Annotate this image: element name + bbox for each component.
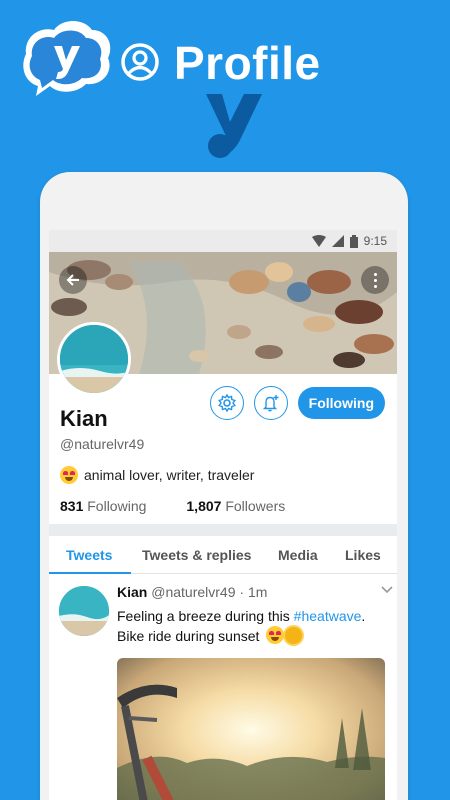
tab-tweets[interactable]: Tweets: [66, 547, 112, 563]
more-options-button[interactable]: [361, 266, 389, 294]
tab-likes[interactable]: Likes: [345, 547, 381, 563]
tweet-author-name[interactable]: Kian: [117, 584, 147, 600]
profile-stats: 831 Following 1,807 Followers: [60, 498, 390, 514]
status-bar: 9:15: [49, 230, 397, 252]
promo-title: Profile: [174, 37, 321, 89]
tab-media[interactable]: Media: [278, 547, 318, 563]
profile-avatar[interactable]: [57, 322, 131, 396]
status-time: 9:15: [363, 234, 387, 248]
tweet-author-handle: @naturelvr49: [151, 584, 236, 600]
profile-bio: animal lover, writer, traveler: [60, 466, 390, 484]
tweet-hashtag[interactable]: #heatwave: [294, 608, 362, 624]
more-vertical-icon: [373, 272, 377, 276]
following-count: 831: [60, 498, 84, 514]
tweet-body: Kian @naturelvr49 · 1m Feeling a breeze …: [117, 584, 389, 646]
back-button[interactable]: [59, 266, 87, 294]
wifi-icon: [311, 235, 326, 247]
followers-count: 1,807: [186, 498, 222, 514]
tweet-text-part: Feeling a breeze during this: [117, 608, 294, 624]
tweet-text: Feeling a breeze during this #heatwave. …: [117, 606, 389, 646]
tweet-header: Kian @naturelvr49 · 1m: [117, 584, 389, 600]
sun-emoji-icon: [285, 627, 303, 644]
section-divider: [49, 524, 397, 536]
chevron-down-icon[interactable]: [381, 586, 393, 594]
profile-person-icon: [121, 43, 159, 81]
y-mark-icon: [206, 94, 262, 158]
tweet-avatar[interactable]: [59, 586, 109, 636]
tweet-media-image[interactable]: [117, 658, 385, 800]
profile-display-name: Kian: [60, 406, 108, 431]
tweet-separator: ·: [239, 584, 245, 600]
tweet-text-end: .: [361, 608, 366, 624]
signal-icon: [331, 235, 344, 247]
battery-icon: [349, 234, 358, 248]
tweet-photo: [117, 658, 385, 800]
tab-tweets-and-replies[interactable]: Tweets & replies: [142, 547, 251, 563]
following-stat[interactable]: 831 Following: [60, 498, 146, 514]
app-logo-icon: [23, 21, 111, 96]
followers-label: Followers: [225, 498, 286, 514]
followers-stat[interactable]: 1,807 Followers: [186, 498, 285, 514]
tweet-avatar-image: [59, 586, 109, 636]
back-arrow-icon: [66, 274, 79, 286]
following-label: Following: [87, 498, 147, 514]
bio-text: animal lover, writer, traveler: [84, 467, 255, 483]
phone-screen: 9:15 Following Kian @naturelvr49 animal …: [49, 230, 397, 800]
profile-info: Kian @naturelvr49 animal lover, writer, …: [60, 406, 390, 514]
tweet-item[interactable]: Kian @naturelvr49 · 1m Feeling a breeze …: [49, 574, 397, 800]
profile-handle: @naturelvr49: [60, 436, 145, 452]
heart-eyes-emoji-icon: [266, 626, 285, 644]
avatar-image: [60, 325, 128, 393]
tweet-time: 1m: [247, 584, 268, 600]
profile-tabs: Tweets Tweets & replies Media Likes: [49, 536, 397, 574]
tweet-text-line2: Bike ride during sunset: [117, 628, 260, 644]
heart-eyes-emoji-icon: [60, 466, 78, 484]
